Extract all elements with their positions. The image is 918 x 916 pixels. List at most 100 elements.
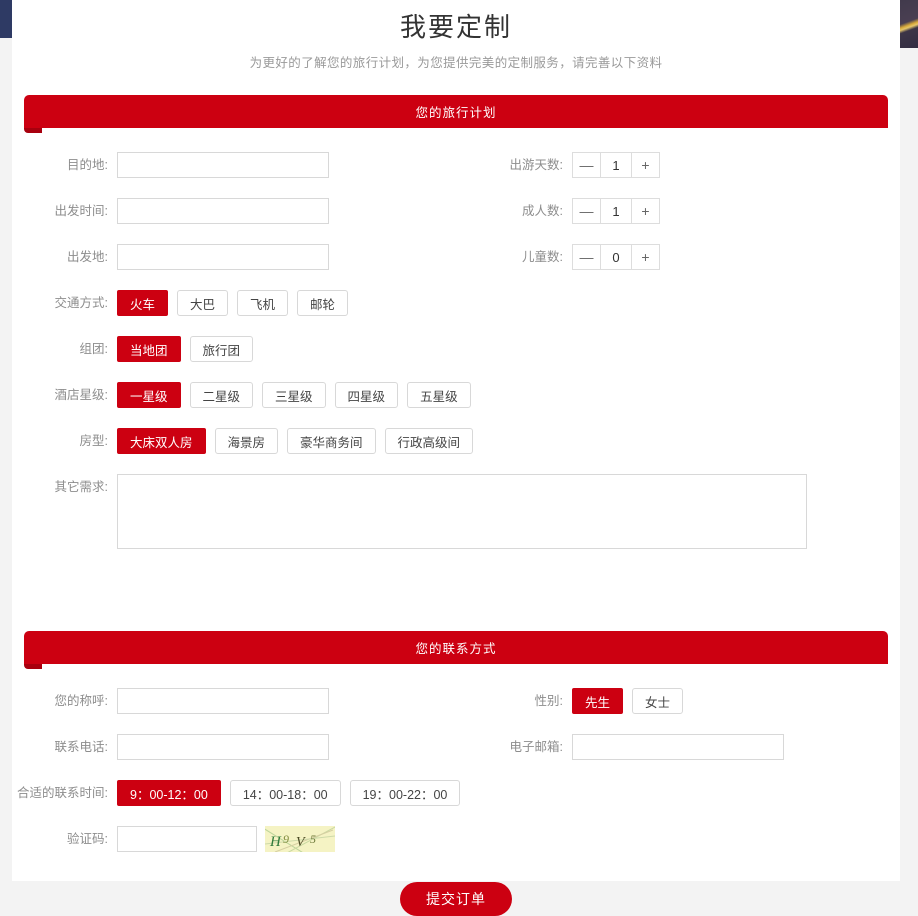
row-room-type: 房型: 大床双人房 海景房 豪华商务间 行政高级间: [12, 428, 900, 454]
field-depart-time: 出发时间:: [12, 198, 467, 224]
label-contact-time: 合适的联系时间:: [17, 786, 108, 800]
section-banner-contact: 您的联系方式: [24, 631, 888, 669]
submit-order-button[interactable]: 提交订单: [400, 882, 512, 916]
group-option-local[interactable]: 当地团: [117, 336, 181, 362]
contact-time-options: 9：00-12：00 14：00-18：00 19：00-22：00: [117, 780, 461, 806]
adults-minus-icon[interactable]: —: [573, 199, 601, 223]
label-travel-days: 出游天数:: [509, 158, 563, 172]
room-type-option-executive[interactable]: 行政高级间: [384, 428, 474, 454]
travel-days-minus-icon[interactable]: —: [573, 153, 601, 177]
section-banner-travel-plan: 您的旅行计划: [24, 95, 888, 133]
page-container: 我要定制 为更好的了解您的旅行计划，为您提供完美的定制服务，请完善以下资料 您的…: [12, 0, 900, 916]
hotel-star-option-3[interactable]: 三星级: [262, 382, 326, 408]
field-email: 电子邮箱:: [467, 734, 887, 760]
group-options: 当地团 旅行团: [117, 336, 254, 362]
field-travel-days: 出游天数: — 1 +: [467, 152, 887, 178]
label-phone: 联系电话:: [54, 740, 108, 754]
travel-days-stepper[interactable]: — 1 +: [572, 152, 660, 178]
depart-place-input[interactable]: [117, 244, 329, 270]
row-contact-time: 合适的联系时间: 9：00-12：00 14：00-18：00 19：00-22…: [12, 780, 900, 806]
hotel-star-option-1[interactable]: 一星级: [117, 382, 181, 408]
field-children: 儿童数: — 0 +: [467, 244, 887, 270]
children-plus-icon[interactable]: +: [631, 245, 659, 269]
label-group: 组团:: [79, 342, 108, 356]
transport-option-plane[interactable]: 飞机: [237, 290, 289, 316]
field-name: 您的称呼:: [12, 688, 467, 714]
row-captcha: 验证码: H 9 V 5: [12, 826, 900, 852]
row-destination-days: 目的地: 出游天数: — 1 +: [12, 152, 900, 178]
label-captcha: 验证码:: [67, 832, 108, 846]
left-page-margin: [0, 38, 12, 881]
room-type-option-seaview[interactable]: 海景房: [214, 428, 279, 454]
row-other-needs: 其它需求:: [12, 474, 900, 549]
adults-stepper[interactable]: — 1 +: [572, 198, 660, 224]
page-title: 我要定制: [399, 12, 512, 42]
label-depart-place: 出发地:: [67, 250, 108, 264]
contact-time-option-morning[interactable]: 9：00-12：00: [117, 780, 221, 806]
field-group: 组团: 当地团 旅行团: [12, 336, 254, 362]
field-room-type: 房型: 大床双人房 海景房 豪华商务间 行政高级间: [12, 428, 474, 454]
label-other-needs: 其它需求:: [54, 480, 108, 494]
field-hotel-star: 酒店星级: 一星级 二星级 三星级 四星级 五星级: [12, 382, 471, 408]
label-children: 儿童数:: [522, 250, 563, 264]
destination-input[interactable]: [117, 152, 329, 178]
depart-time-input[interactable]: [117, 198, 329, 224]
captcha-input[interactable]: [117, 826, 257, 852]
label-room-type: 房型:: [79, 434, 108, 448]
svg-text:H: H: [269, 834, 282, 850]
email-input[interactable]: [572, 734, 784, 760]
contact-form: 您的称呼: 性别: 先生 女士 联系电话: 电子邮箱: 合适的联系时间: 9：0…: [12, 664, 900, 916]
row-group: 组团: 当地团 旅行团: [12, 336, 900, 362]
captcha-row: H 9 V 5: [117, 826, 335, 852]
field-gender: 性别: 先生 女士: [467, 688, 887, 714]
contact-time-option-afternoon[interactable]: 14：00-18：00: [229, 780, 341, 806]
transport-option-cruise[interactable]: 邮轮: [297, 290, 349, 316]
group-option-tour[interactable]: 旅行团: [189, 336, 254, 362]
children-stepper[interactable]: — 0 +: [572, 244, 660, 270]
adults-value: 1: [601, 199, 631, 223]
label-name: 您的称呼:: [54, 694, 108, 708]
transport-option-train[interactable]: 火车: [117, 290, 169, 316]
field-adults: 成人数: — 1 +: [467, 198, 887, 224]
travel-plan-form: 目的地: 出游天数: — 1 + 出发时间: 成人数: — 1 + 出发地: 儿…: [12, 128, 900, 549]
adults-plus-icon[interactable]: +: [631, 199, 659, 223]
field-transport: 交通方式: 火车 大巴 飞机 邮轮: [12, 290, 349, 316]
contact-time-option-evening[interactable]: 19：00-22：00: [349, 780, 461, 806]
other-needs-textarea[interactable]: [117, 474, 807, 549]
label-adults: 成人数:: [522, 204, 563, 218]
transport-options: 火车 大巴 飞机 邮轮: [117, 290, 349, 316]
section-banner-travel-plan-label: 您的旅行计划: [415, 106, 497, 120]
page-subtitle: 为更好的了解您的旅行计划，为您提供完美的定制服务，请完善以下资料: [249, 56, 663, 70]
label-transport: 交通方式:: [54, 296, 108, 310]
row-phone-email: 联系电话: 电子邮箱:: [12, 734, 900, 760]
travel-days-plus-icon[interactable]: +: [631, 153, 659, 177]
travel-days-value: 1: [601, 153, 631, 177]
field-depart-place: 出发地:: [12, 244, 467, 270]
label-destination: 目的地:: [67, 158, 108, 172]
children-minus-icon[interactable]: —: [573, 245, 601, 269]
gender-option-mr[interactable]: 先生: [572, 688, 624, 714]
row-hotel-star: 酒店星级: 一星级 二星级 三星级 四星级 五星级: [12, 382, 900, 408]
name-input[interactable]: [117, 688, 329, 714]
label-depart-time: 出发时间:: [54, 204, 108, 218]
transport-option-bus[interactable]: 大巴: [177, 290, 229, 316]
row-name-gender: 您的称呼: 性别: 先生 女士: [12, 688, 900, 714]
field-other-needs: 其它需求:: [12, 474, 807, 549]
hotel-star-option-5[interactable]: 五星级: [407, 382, 471, 408]
room-type-options: 大床双人房 海景房 豪华商务间 行政高级间: [117, 428, 474, 454]
gender-option-ms[interactable]: 女士: [632, 688, 684, 714]
row-transport: 交通方式: 火车 大巴 飞机 邮轮: [12, 290, 900, 316]
phone-input[interactable]: [117, 734, 329, 760]
hotel-star-option-2[interactable]: 二星级: [189, 382, 254, 408]
row-departtime-adults: 出发时间: 成人数: — 1 +: [12, 198, 900, 224]
room-type-option-double[interactable]: 大床双人房: [117, 428, 206, 454]
hotel-star-option-4[interactable]: 四星级: [334, 382, 399, 408]
captcha-image[interactable]: H 9 V 5: [265, 826, 335, 852]
room-type-option-business[interactable]: 豪华商务间: [287, 428, 376, 454]
row-departplace-children: 出发地: 儿童数: — 0 +: [12, 244, 900, 270]
section-banner-contact-label: 您的联系方式: [415, 642, 497, 656]
svg-text:5: 5: [310, 832, 316, 846]
children-value: 0: [601, 245, 631, 269]
left-banner-strip: [0, 0, 12, 38]
